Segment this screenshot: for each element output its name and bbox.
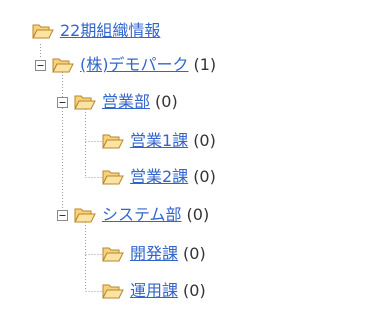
folder-open-icon [74, 208, 96, 223]
folder-open-icon [102, 134, 124, 149]
folder-open-icon [102, 247, 124, 262]
tree-connectors [40, 44, 102, 292]
folder-open-icon [74, 95, 96, 110]
department-label-link[interactable]: 営業部 [102, 90, 150, 114]
collapse-minus-icon[interactable] [57, 96, 68, 108]
tree-node-company[interactable]: (株)デモパーク (1) [35, 53, 216, 77]
section-count: (0) [193, 167, 216, 186]
org-tree: 22期組織情報 (株)デモパーク (1) 営業部 (0) 営業1課 (0) 営業… [0, 0, 367, 323]
tree-node-section[interactable]: 営業1課 (0) [102, 129, 216, 153]
tree-node-section[interactable]: 運用課 (0) [102, 279, 206, 303]
section-count: (0) [183, 281, 206, 300]
collapse-minus-icon[interactable] [57, 209, 68, 221]
department-count: (0) [186, 205, 210, 224]
company-label-link[interactable]: (株)デモパーク [80, 53, 189, 77]
section-label-link[interactable]: 営業2課 [130, 165, 188, 189]
tree-node-department[interactable]: システム部 (0) [57, 203, 209, 227]
folder-open-icon [32, 24, 54, 39]
collapse-minus-icon[interactable] [35, 59, 46, 71]
tree-node-section[interactable]: 開発課 (0) [102, 242, 206, 266]
section-label-link[interactable]: 運用課 [130, 279, 178, 303]
section-label-link[interactable]: 営業1課 [130, 129, 188, 153]
section-label-link[interactable]: 開発課 [130, 242, 178, 266]
folder-open-icon [102, 170, 124, 185]
tree-node-department[interactable]: 営業部 (0) [57, 90, 178, 114]
section-count: (0) [193, 131, 216, 150]
department-label-link[interactable]: システム部 [102, 203, 182, 227]
section-count: (0) [183, 244, 206, 263]
department-count: (0) [155, 92, 178, 111]
tree-node-root[interactable]: 22期組織情報 [32, 19, 160, 43]
root-label-link[interactable]: 22期組織情報 [60, 19, 160, 43]
folder-open-icon [102, 284, 124, 299]
tree-node-section[interactable]: 営業2課 (0) [102, 165, 216, 189]
company-count: (1) [193, 55, 217, 74]
folder-open-icon [52, 58, 74, 73]
